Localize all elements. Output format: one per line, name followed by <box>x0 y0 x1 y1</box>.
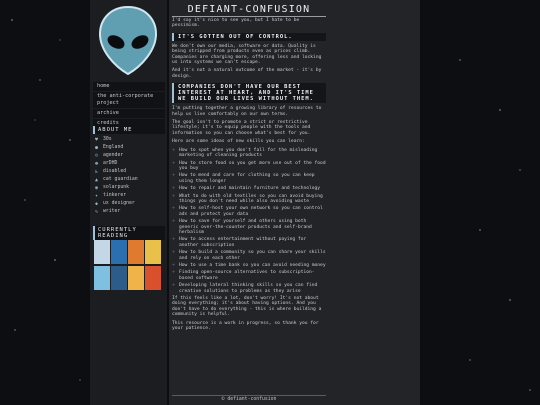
sidebar: home the anti-corporate project archive … <box>90 0 167 405</box>
about-item: ☻ arDHD <box>94 160 118 167</box>
list-item: ✧ How to use a time bank so you can avoid… <box>172 262 326 268</box>
heading-companies: COMPANIES DON'T HAVE OUR BEST INTEREST A… <box>172 83 326 104</box>
list-item: ✧ How to store food so you get more use o… <box>172 159 326 171</box>
paragraph: Here are some ideas of new skills you ca… <box>172 139 305 145</box>
people-icon: ☻ <box>94 160 98 167</box>
book-cover[interactable] <box>145 266 161 290</box>
book-cover[interactable] <box>111 240 127 264</box>
book-cover[interactable] <box>111 266 127 290</box>
sparkle-icon: ✧ <box>172 172 176 179</box>
nav-item-archive[interactable]: archive <box>93 109 165 118</box>
list-item: ✧ Developing lateral thinking skills so y… <box>172 282 318 294</box>
about-item: ◉ solarpunk <box>94 184 129 191</box>
cat-icon: ▲ <box>94 176 98 183</box>
reading-covers <box>94 240 164 290</box>
about-item: ☺ agender <box>94 152 124 159</box>
wheelchair-icon: ♿ <box>94 168 98 175</box>
sparkle-icon: ✧ <box>172 146 176 153</box>
about-item: ✎ writer <box>94 208 121 215</box>
paragraph: And it's not a natural outcome of the ma… <box>172 68 322 79</box>
sparkle-icon: ✧ <box>172 205 176 212</box>
planet-icon: ◉ <box>94 184 98 191</box>
site-title: DEFIANT-CONFUSION <box>187 4 311 15</box>
list-item: ✧ What to do with old textiles so you can… <box>172 192 323 204</box>
sparkle-icon: ✧ <box>172 159 176 166</box>
nav-item-home[interactable]: home <box>93 82 165 91</box>
skills-list: ✧ How to spot when you don't fall for the… <box>172 146 326 294</box>
reading-heading: CURRENTLY READING <box>93 226 165 240</box>
sparkle-icon: ✧ <box>172 218 176 225</box>
content: I'd say it's nice to see you, but I hate… <box>172 18 326 334</box>
sparkle-icon: ✧ <box>172 282 176 289</box>
about-item: ♿ disabled <box>94 168 127 175</box>
list-item: ✧ How to spot when you don't fall for the… <box>172 146 318 159</box>
code-icon: ◆ <box>94 200 98 207</box>
list-item: ✧ How to access entertainment without pay… <box>172 236 307 248</box>
sparkle-icon: ✧ <box>172 262 176 268</box>
about-item: ● England <box>94 144 124 151</box>
heading-out-of-control: IT'S GOTTEN OUT OF CONTROL. <box>172 32 326 41</box>
paragraph: If this feels like a lot, don't worry! I… <box>172 296 322 318</box>
sparkle-icon: ✧ <box>172 236 176 243</box>
main-nav: home the anti-corporate project archive … <box>93 82 165 129</box>
paragraph: The goal isn't to promote a strict or re… <box>172 120 311 136</box>
pencil-icon: ✎ <box>94 208 98 215</box>
about-item: ◆ ux designer <box>94 200 135 207</box>
book-cover[interactable] <box>94 266 110 290</box>
sparkle-icon: ✧ <box>172 192 176 199</box>
footer-text: © defiant-confusion <box>221 397 277 402</box>
person-icon: ☺ <box>94 152 98 159</box>
list-item: ✧ How to save for yourself and others usi… <box>172 218 312 235</box>
footer-divider <box>172 395 326 396</box>
about-heading: ABOUT ME <box>93 126 165 134</box>
list-item: ✧ How to repair and maintain furniture an… <box>172 185 321 192</box>
map-pin-icon: ● <box>94 144 98 151</box>
book-cover[interactable] <box>145 240 161 264</box>
title-divider <box>172 16 326 17</box>
about-item: ♥ 30s <box>94 136 112 143</box>
sparkle-icon: ✧ <box>172 185 176 192</box>
alien-logo-icon <box>98 5 158 76</box>
book-cover[interactable] <box>128 240 144 264</box>
about-item: ✦ tinkerer <box>94 192 127 199</box>
list-item: ✧ Finding open-source alternatives to sub… <box>172 269 315 281</box>
book-cover[interactable] <box>128 266 144 290</box>
wrench-icon: ✦ <box>94 192 98 199</box>
book-cover[interactable] <box>94 240 110 264</box>
paragraph: This resource is a work in progress, so … <box>172 320 319 332</box>
paragraph: I'm putting together a growing library o… <box>172 106 322 117</box>
list-item: ✧ How to mend and care for clothing so yo… <box>172 172 315 184</box>
intro-text: I'd say it's nice to see you, but I hate… <box>172 18 300 29</box>
sparkle-icon: ✧ <box>172 269 176 276</box>
list-item: ✧ How to self-host your own network so yo… <box>172 205 323 217</box>
about-list: ♥ 30s ● England ☺ agender ☻ arDHD ♿ disabled … <box>94 136 164 216</box>
about-item: ▲ cat guardian <box>94 176 138 183</box>
paragraph: We don't own our media, software or data… <box>172 43 322 66</box>
sparkle-icon: ✧ <box>172 249 176 256</box>
nav-item-anti-corporate-project[interactable]: the anti-corporate project <box>93 92 165 108</box>
list-item: ✧ How to build a community so you can sha… <box>172 249 326 261</box>
heart-icon: ♥ <box>94 136 98 143</box>
